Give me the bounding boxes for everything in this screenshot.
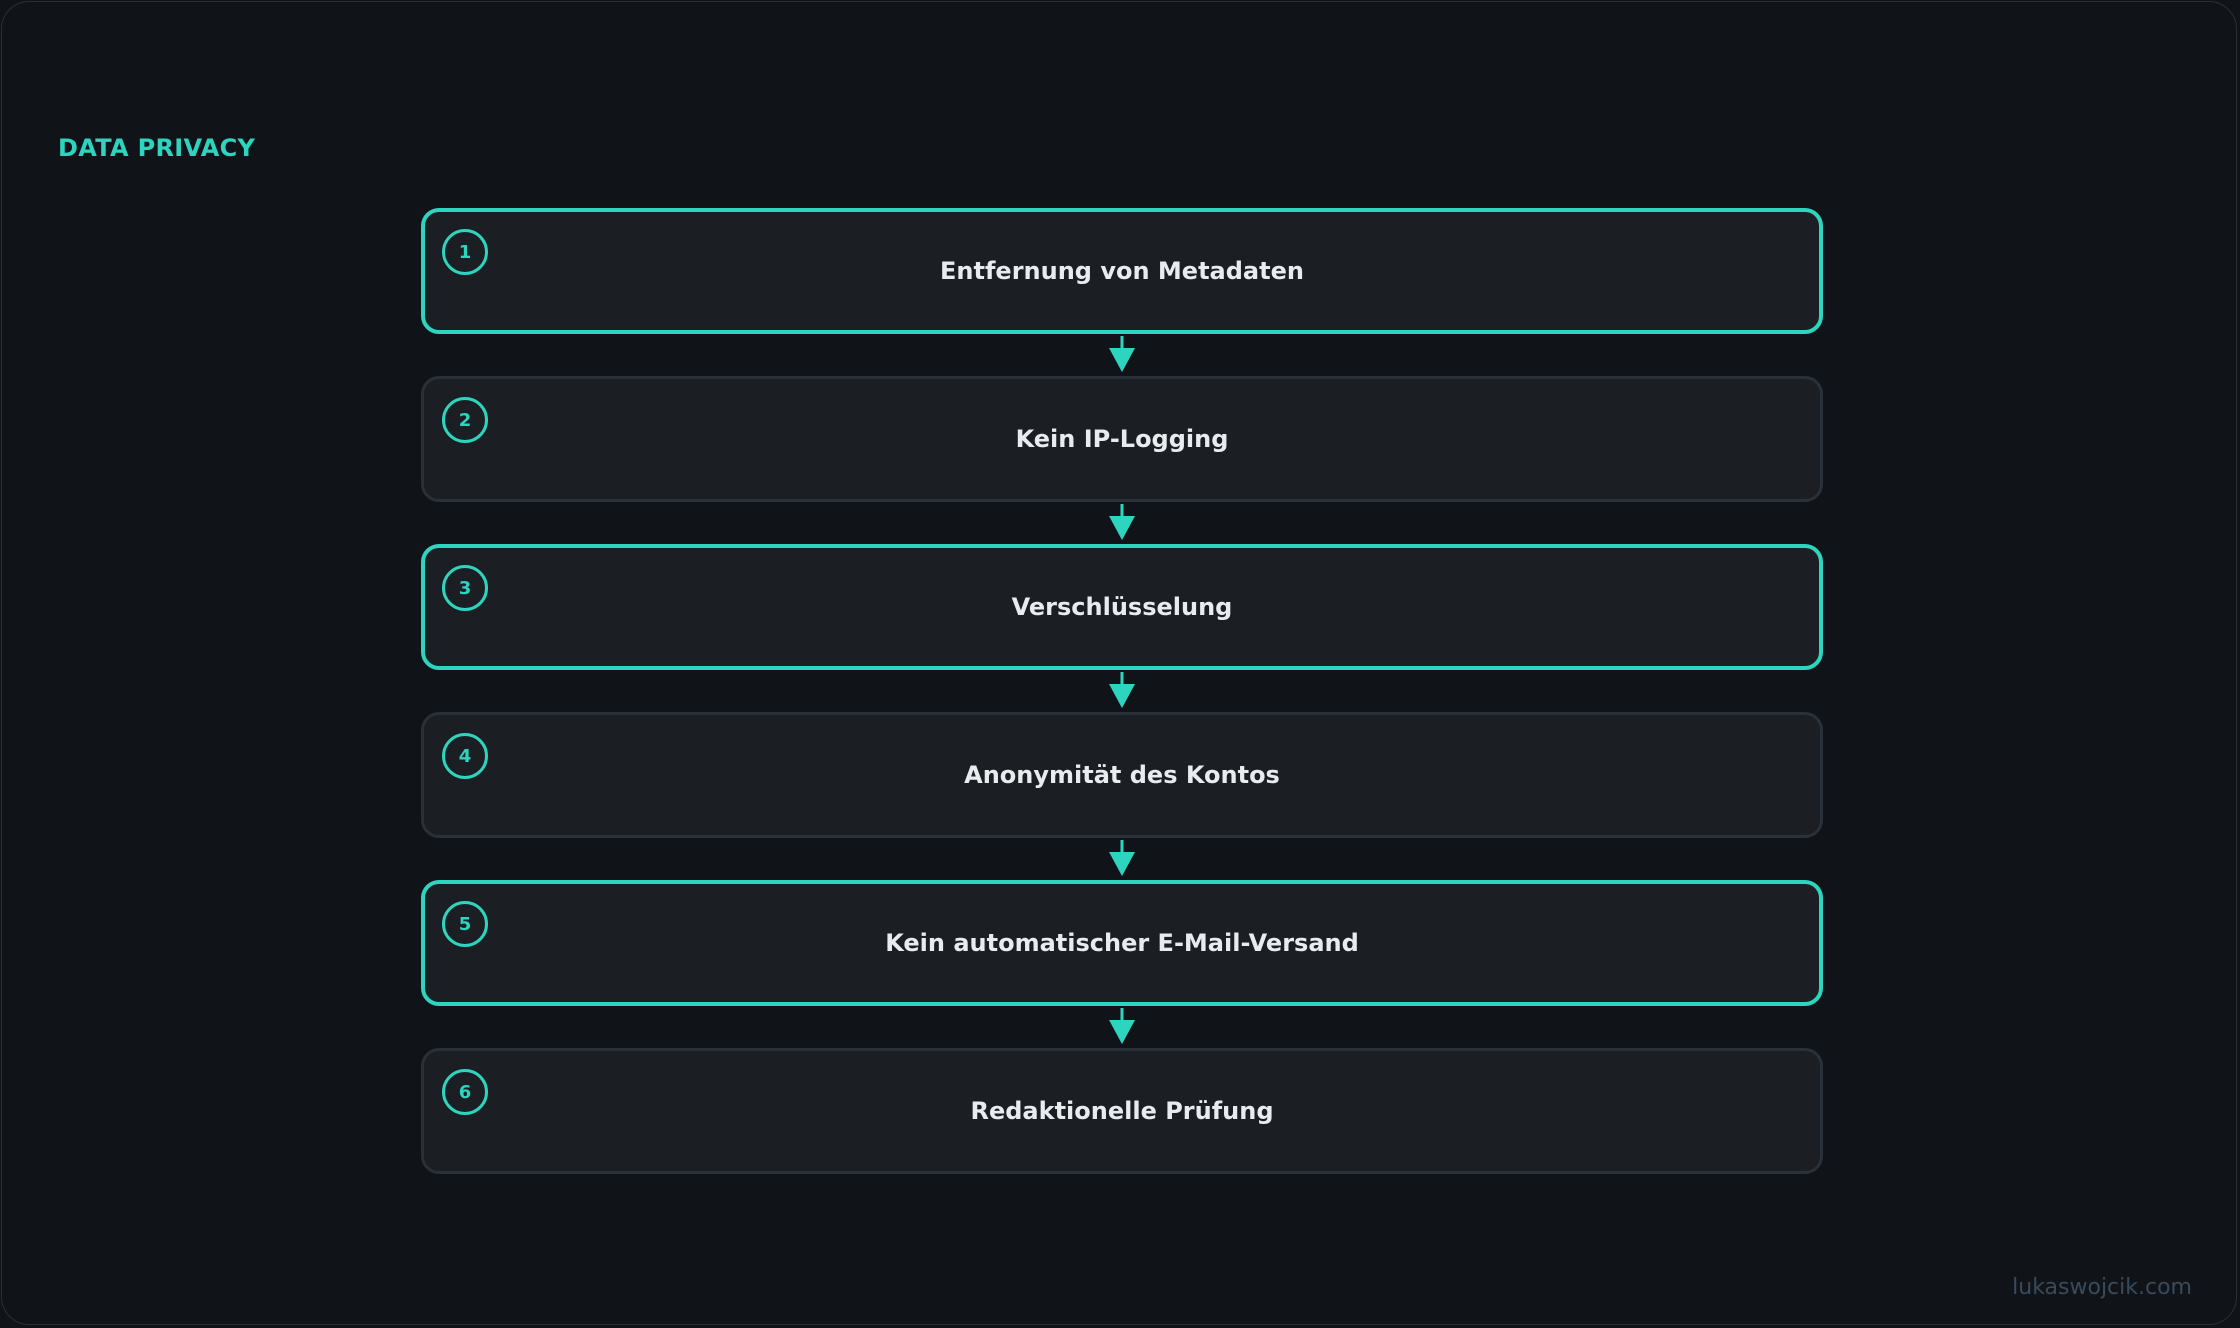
- step-label-4: Anonymität des Kontos: [964, 761, 1280, 789]
- step-box-3: 3 Verschlüsselung: [421, 544, 1823, 670]
- arrow-down-icon: [1109, 504, 1135, 540]
- step-box-2: 2 Kein IP-Logging: [421, 376, 1823, 502]
- diagram-frame: DATA PRIVACY 1 Entfernung von Metadaten …: [1, 1, 2237, 1325]
- arrow-down-icon: [1109, 672, 1135, 708]
- step-box-4: 4 Anonymität des Kontos: [421, 712, 1823, 838]
- step-label-2: Kein IP-Logging: [1015, 425, 1229, 453]
- arrow-down-icon: [1109, 336, 1135, 372]
- step-box-1: 1 Entfernung von Metadaten: [421, 208, 1823, 334]
- arrow-down-icon: [1109, 1008, 1135, 1044]
- step-label-5: Kein automatischer E-Mail-Versand: [885, 929, 1359, 957]
- step-label-6: Redaktionelle Prüfung: [970, 1097, 1274, 1125]
- footer-credit: lukaswojcik.com: [2012, 1275, 2192, 1300]
- arrow-down-icon: [1109, 840, 1135, 876]
- step-box-6: 6 Redaktionelle Prüfung: [421, 1048, 1823, 1174]
- step-label-3: Verschlüsselung: [1011, 593, 1233, 621]
- step-label-1: Entfernung von Metadaten: [940, 257, 1304, 285]
- step-box-5: 5 Kein automatischer E-Mail-Versand: [421, 880, 1823, 1006]
- section-title: DATA PRIVACY: [58, 134, 256, 162]
